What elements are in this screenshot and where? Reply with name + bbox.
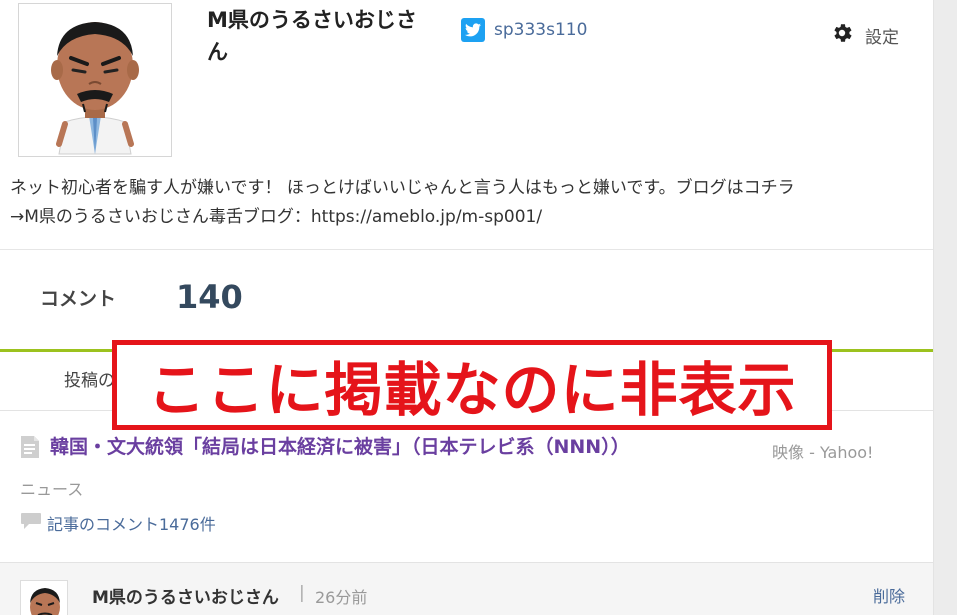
profile-avatar[interactable] [18,3,172,157]
delete-button[interactable]: 削除 [873,583,905,607]
gear-icon [830,21,854,49]
settings-label: 設定 [865,27,899,48]
article-comments-link[interactable]: 記事のコメント1476件 [20,511,216,535]
comment-author[interactable]: M県のうるさいおじさん [92,583,279,608]
settings-button[interactable]: 設定 [830,21,899,49]
avatar-illustration [51,22,139,155]
article-comments-label: 記事のコメント1476件 [47,515,216,534]
document-icon [20,435,40,463]
divider [0,249,933,250]
annotation-text: ここに掲載なのに非表示 [147,356,797,424]
article-source-continued: ニュース [20,480,84,499]
scrollbar[interactable] [933,0,957,615]
profile-bio: ネット初心者を騙す人が嫌いです！ ほっとけばいいじゃんと言う人はもっと嫌いです。… [10,174,925,232]
speech-bubble-icon [20,512,42,534]
twitter-handle: sp333s110 [494,20,588,40]
annotation-overlay: ここに掲載なのに非表示 [112,340,832,430]
main-panel: M県のうるさいおじさん sp333s110 設定 ネット初心者を騙す人が嫌いです… [0,0,933,615]
bio-line: →M県のうるさいおじさん毒舌ブログ：https://ameblo.jp/m-sp… [10,207,543,227]
comment-count-label: コメント [40,288,117,310]
separator: | [299,583,305,603]
comment-timestamp: 26分前 [315,588,368,607]
comment-count-value: 140 [176,278,243,316]
twitter-link[interactable]: sp333s110 [461,18,587,42]
article-source: 映像 - Yahoo! [772,443,874,462]
user-name: M県のうるさいおじさん [207,8,417,64]
twitter-icon [461,18,485,42]
comment-avatar[interactable] [20,580,68,615]
tab-posted[interactable]: 投稿の [64,366,115,391]
article-title-link[interactable]: 韓国・文大統領「結局は日本経済に被害」（日本テレビ系（NNN）） [50,432,630,459]
bio-line: ネット初心者を騙す人が嫌いです！ ほっとけばいいじゃんと言う人はもっと嫌いです。… [10,178,795,198]
avatar-illustration [30,588,60,615]
